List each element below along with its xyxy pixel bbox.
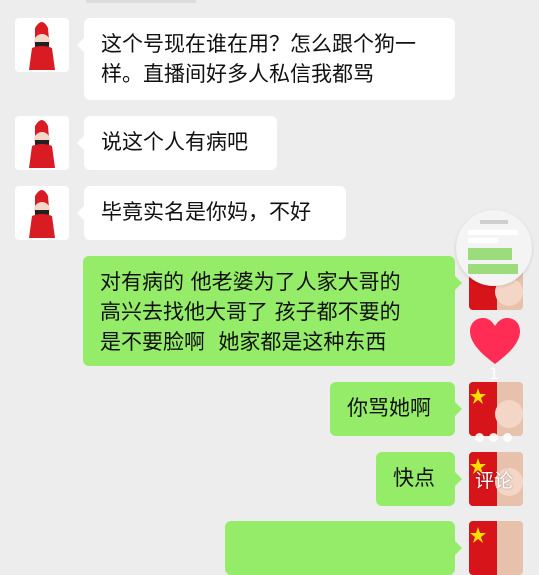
contact-avatar[interactable] — [15, 186, 69, 240]
dot — [488, 432, 498, 442]
top-strip — [86, 0, 196, 3]
message-bubble-outgoing[interactable]: 快点 — [376, 452, 462, 506]
dot — [502, 432, 512, 442]
avatar-illustration — [29, 120, 55, 168]
like-count: 1 — [488, 364, 500, 383]
dot — [474, 432, 484, 442]
message-bubble-outgoing[interactable]: 对有病的 他老婆为了人家大哥的 高兴去找他大哥了 孩子都不要的 是不要脸啊 她家… — [83, 256, 462, 366]
comment-button[interactable]: 评论 — [472, 466, 516, 493]
contact-avatar[interactable] — [15, 18, 69, 72]
message-bubble-outgoing[interactable]: 你骂她啊 — [330, 382, 462, 436]
avatar-illustration — [29, 22, 55, 70]
flag-photo — [469, 521, 523, 575]
more-options-icon[interactable] — [466, 415, 520, 459]
self-avatar[interactable] — [469, 521, 523, 575]
heart-icon[interactable] — [468, 316, 522, 366]
message-bubble-incoming[interactable]: 说这个人有病吧 — [77, 116, 277, 170]
message-bubble-incoming[interactable]: 这个号现在谁在用？怎么跟个狗一 样。直播间好多人私信我都骂 — [77, 18, 455, 100]
chat-thumbnail[interactable] — [456, 210, 532, 286]
message-bubble-outgoing[interactable] — [225, 521, 462, 575]
contact-avatar[interactable] — [15, 116, 69, 170]
avatar-illustration — [29, 190, 55, 238]
message-bubble-incoming[interactable]: 毕竟实名是你妈，不好 — [77, 186, 346, 240]
thumbnail-preview — [458, 212, 530, 284]
